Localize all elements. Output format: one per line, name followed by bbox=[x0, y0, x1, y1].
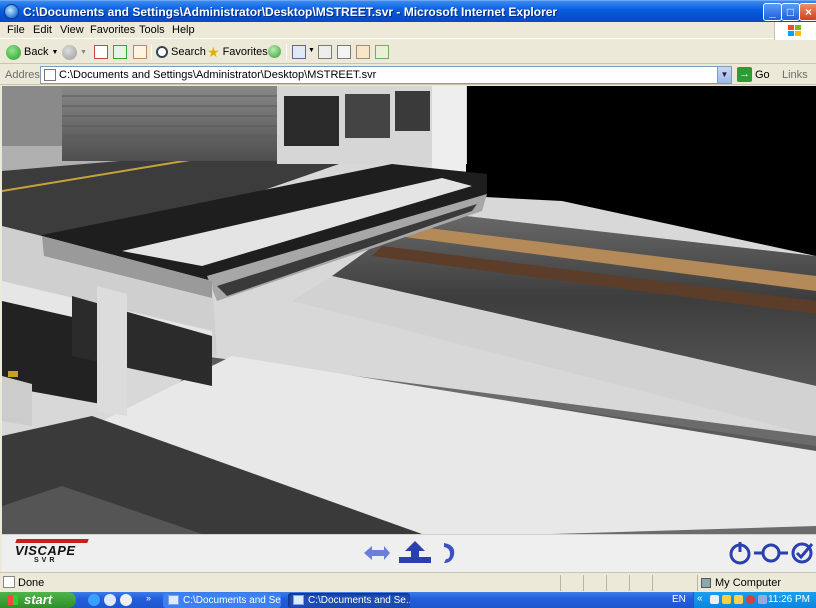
favorites-label: Favorites bbox=[222, 46, 268, 58]
address-bar: Address C:\Documents and Settings\Admini… bbox=[0, 65, 816, 85]
discuss-icon[interactable] bbox=[356, 45, 370, 59]
standard-toolbar: Back ▼ ▼ Search ★ Favorites ▼ bbox=[0, 40, 816, 64]
minimize-button[interactable]: _ bbox=[763, 3, 782, 21]
explorer-window-icon bbox=[168, 595, 179, 605]
windows-logo-icon bbox=[774, 22, 816, 40]
start-button[interactable]: start bbox=[0, 592, 76, 608]
menu-view[interactable]: View bbox=[60, 24, 84, 36]
search-icon bbox=[156, 46, 168, 58]
forward-arrow-icon bbox=[62, 44, 77, 60]
close-button[interactable]: × bbox=[799, 3, 816, 21]
go-label: Go bbox=[755, 68, 770, 81]
tray-expand-icon[interactable]: « bbox=[697, 593, 703, 604]
page-done-icon bbox=[3, 576, 15, 588]
check-icon[interactable] bbox=[790, 540, 814, 566]
logo-subtext: SVR bbox=[34, 557, 58, 564]
viscape-logo: VISCAPE SVR bbox=[12, 539, 92, 567]
zoom-slider-icon[interactable] bbox=[754, 540, 788, 566]
taskbar-item-1[interactable]: C:\Documents and Se... bbox=[163, 593, 281, 608]
window-title: C:\Documents and Settings\Administrator\… bbox=[23, 5, 558, 19]
forward-dropdown-icon[interactable]: ▼ bbox=[80, 49, 87, 56]
media-player-quicklaunch-icon[interactable] bbox=[120, 594, 132, 606]
menu-file[interactable]: File bbox=[7, 24, 25, 36]
search-label: Search bbox=[171, 46, 206, 58]
go-button[interactable]: → Go bbox=[737, 67, 770, 82]
taskbar-item-2[interactable]: C:\Documents and Se... bbox=[288, 593, 410, 608]
star-icon: ★ bbox=[207, 43, 220, 60]
menu-help[interactable]: Help bbox=[172, 24, 195, 36]
favorites-button[interactable]: ★ Favorites bbox=[207, 43, 268, 61]
alert-icon[interactable] bbox=[734, 595, 743, 604]
computer-icon bbox=[701, 578, 711, 588]
mail-dropdown-icon[interactable]: ▼ bbox=[308, 47, 315, 54]
volume-icon[interactable] bbox=[758, 595, 767, 604]
address-value: C:\Documents and Settings\Administrator\… bbox=[59, 69, 377, 81]
address-dropdown-icon[interactable]: ▼ bbox=[717, 67, 731, 83]
menu-tools[interactable]: Tools bbox=[139, 24, 165, 36]
arrow-up-move-icon[interactable] bbox=[397, 539, 433, 567]
media-icon[interactable] bbox=[268, 45, 281, 58]
system-tray: « 11:26 PM bbox=[693, 592, 816, 608]
street-scene bbox=[2, 86, 816, 534]
messenger-icon[interactable] bbox=[375, 45, 389, 59]
refresh-icon[interactable] bbox=[113, 45, 127, 59]
go-arrow-icon: → bbox=[737, 67, 752, 82]
back-button[interactable]: Back ▼ bbox=[6, 43, 58, 61]
back-label: Back bbox=[24, 46, 49, 58]
network-icon[interactable] bbox=[710, 595, 719, 604]
ie-window-icon bbox=[293, 595, 304, 605]
arrow-left-right-icon[interactable] bbox=[362, 539, 392, 567]
mail-icon[interactable] bbox=[292, 45, 306, 59]
antivirus-icon[interactable] bbox=[746, 595, 755, 604]
back-arrow-icon bbox=[6, 44, 21, 60]
viewer-controls: VISCAPE SVR bbox=[2, 534, 816, 572]
title-bar[interactable]: C:\Documents and Settings\Administrator\… bbox=[0, 0, 816, 22]
security-shield-icon[interactable] bbox=[722, 595, 731, 604]
edit-icon[interactable] bbox=[337, 45, 351, 59]
taskbar-item-label: C:\Documents and Se... bbox=[308, 595, 410, 606]
menu-edit[interactable]: Edit bbox=[33, 24, 52, 36]
language-indicator[interactable]: EN bbox=[672, 594, 686, 605]
maximize-button[interactable]: □ bbox=[781, 3, 800, 21]
desktop-quicklaunch-icon[interactable] bbox=[104, 594, 116, 606]
rotate-icon[interactable] bbox=[438, 539, 460, 567]
menu-favorites[interactable]: Favorites bbox=[90, 24, 135, 36]
logo-text: VISCAPE bbox=[15, 543, 76, 558]
home-icon[interactable] bbox=[133, 45, 147, 59]
taskbar: start » C:\Documents and Se... C:\Docume… bbox=[0, 592, 816, 608]
start-label: start bbox=[24, 592, 53, 607]
search-button[interactable]: Search bbox=[156, 43, 206, 61]
taskbar-item-label: C:\Documents and Se... bbox=[183, 595, 281, 606]
menu-bar: File Edit View Favorites Tools Help bbox=[0, 22, 816, 40]
status-text: Done bbox=[18, 577, 45, 589]
internet-explorer-icon bbox=[4, 4, 19, 19]
ie-quicklaunch-icon[interactable] bbox=[88, 594, 100, 606]
windows-flag-icon bbox=[8, 595, 18, 605]
zone-label: My Computer bbox=[715, 577, 782, 589]
back-dropdown-icon[interactable]: ▼ bbox=[51, 49, 58, 56]
3d-viewport[interactable] bbox=[2, 86, 816, 534]
page-icon bbox=[44, 69, 56, 81]
ie-window: C:\Documents and Settings\Administrator\… bbox=[0, 0, 816, 608]
security-zone: My Computer bbox=[701, 577, 781, 589]
print-icon[interactable] bbox=[318, 45, 332, 59]
clock[interactable]: 11:26 PM bbox=[768, 594, 810, 605]
status-bar: Done My Computer bbox=[0, 572, 816, 592]
stop-icon[interactable] bbox=[94, 45, 108, 59]
address-input[interactable]: C:\Documents and Settings\Administrator\… bbox=[40, 66, 732, 84]
forward-button[interactable]: ▼ bbox=[62, 43, 87, 61]
quicklaunch-expand-icon[interactable]: » bbox=[146, 593, 151, 603]
power-icon[interactable] bbox=[728, 540, 752, 566]
links-button[interactable]: Links bbox=[782, 69, 808, 81]
